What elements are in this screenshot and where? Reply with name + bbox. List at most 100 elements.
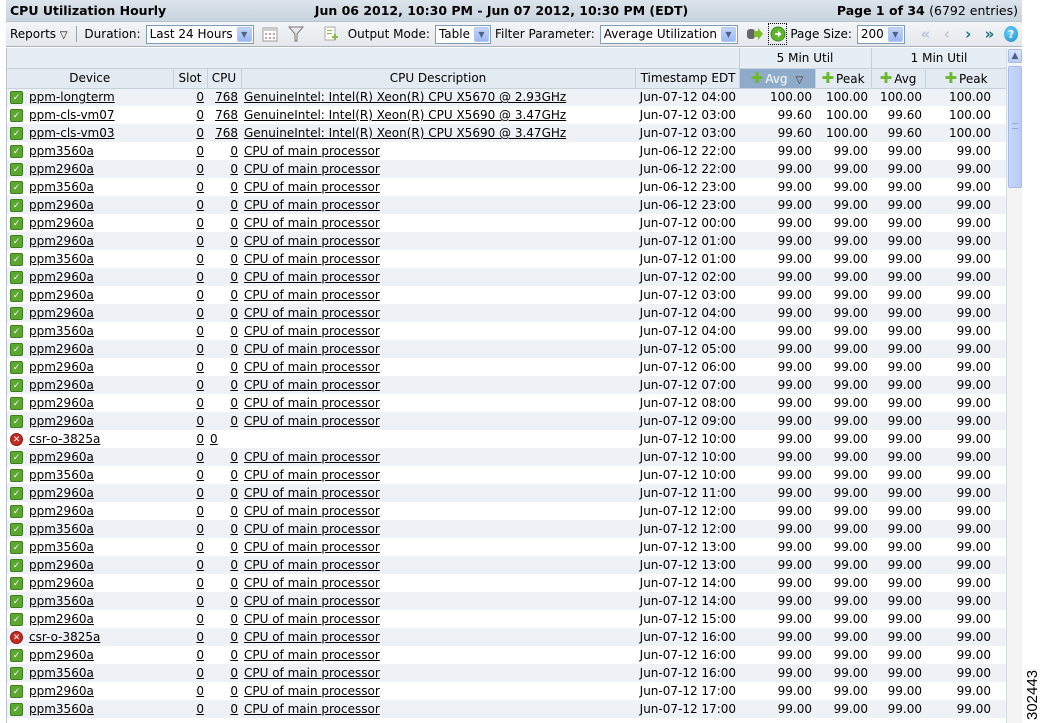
column-header-cpu-description[interactable]: CPU Description xyxy=(241,68,636,89)
last-page-icon[interactable]: » xyxy=(981,24,998,44)
table-row[interactable]: ✓ ppm2960a 0 0 CPU of main processor Jun-07-1… xyxy=(7,214,1006,232)
table-row[interactable]: ✓ ppm2960a 0 0 CPU of main processor Jun-07-1… xyxy=(7,232,1006,250)
table-row[interactable]: ✓ ppm2960a 0 0 CPU of main processor Jun-06-1… xyxy=(7,160,1006,178)
next-page-icon[interactable]: › xyxy=(959,24,976,44)
table-row[interactable]: ✓ ppm2960a 0 0 CPU of main processor Jun-07-1… xyxy=(7,574,1006,592)
column-header-timestamp[interactable]: Timestamp EDT xyxy=(635,68,740,89)
cpu-link[interactable]: 0 xyxy=(230,324,238,338)
table-row[interactable]: ✓ ppm3560a 0 0 CPU of main processor Jun-07-1… xyxy=(7,592,1006,610)
help-icon[interactable]: ? xyxy=(1004,26,1019,42)
table-row[interactable]: ✓ ppm2960a 0 0 CPU of main processor Jun-07-1… xyxy=(7,376,1006,394)
scroll-up-icon[interactable]: ▲ xyxy=(1008,49,1022,63)
slot-link[interactable]: 0 xyxy=(196,306,204,320)
device-link[interactable]: ppm2960a xyxy=(29,342,94,356)
device-link[interactable]: ppm2960a xyxy=(29,684,94,698)
device-link[interactable]: ppm3560a xyxy=(29,594,94,608)
export-icon[interactable] xyxy=(322,24,339,44)
prev-page-icon[interactable]: ‹ xyxy=(938,24,955,44)
slot-link[interactable]: 0 xyxy=(196,612,204,626)
cpu-description-link[interactable]: CPU of main processor xyxy=(244,540,380,554)
device-link[interactable]: ppm2960a xyxy=(29,414,94,428)
cpu-description-link[interactable]: CPU of main processor xyxy=(244,576,380,590)
cpu-link[interactable]: 0 xyxy=(230,450,238,464)
cpu-description-link[interactable]: GenuineIntel: Intel(R) Xeon(R) CPU X5670… xyxy=(244,90,566,104)
slot-link[interactable]: 0 xyxy=(196,288,204,302)
table-row[interactable]: ✓ ppm3560a 0 0 CPU of main processor Jun-07-1… xyxy=(7,538,1006,556)
cpu-description-link[interactable]: CPU of main processor xyxy=(244,162,380,176)
table-row[interactable]: ✓ ppm2960a 0 0 CPU of main processor Jun-07-1… xyxy=(7,358,1006,376)
cpu-description-link[interactable]: CPU of main processor xyxy=(244,306,380,320)
slot-link[interactable]: 0 xyxy=(196,126,204,140)
table-row[interactable]: ✓ ppm3560a 0 0 CPU of main processor Jun-06-1… xyxy=(7,142,1006,160)
device-link[interactable]: ppm2960a xyxy=(29,558,94,572)
table-row[interactable]: ✓ ppm2960a 0 0 CPU of main processor Jun-07-1… xyxy=(7,682,1006,700)
cpu-link[interactable]: 768 xyxy=(215,108,238,122)
cpu-link[interactable]: 0 xyxy=(230,270,238,284)
cpu-link[interactable]: 0 xyxy=(230,702,238,716)
slot-link[interactable]: 0 xyxy=(196,468,204,482)
cpu-description-link[interactable]: CPU of main processor xyxy=(244,324,380,338)
slot-link[interactable]: 0 xyxy=(196,396,204,410)
cpu-link[interactable]: 0 xyxy=(230,630,238,644)
column-header-device[interactable]: Device xyxy=(7,68,174,89)
device-link[interactable]: ppm2960a xyxy=(29,234,94,248)
cpu-link[interactable]: 0 xyxy=(230,234,238,248)
device-link[interactable]: ppm3560a xyxy=(29,144,94,158)
slot-link[interactable]: 0 xyxy=(196,144,204,158)
table-row[interactable]: ✓ ppm-cls-vm03 0 768 GenuineIntel: Intel(R) … xyxy=(7,124,1006,142)
first-page-icon[interactable]: « xyxy=(917,24,934,44)
table-row[interactable]: ✓ ppm2960a 0 0 CPU of main processor Jun-07-1… xyxy=(7,646,1006,664)
cpu-description-link[interactable]: CPU of main processor xyxy=(244,234,380,248)
table-row[interactable]: ✓ ppm2960a 0 0 CPU of main processor Jun-07-1… xyxy=(7,268,1006,286)
slot-link[interactable]: 0 xyxy=(196,576,204,590)
page-size-select[interactable]: 200 ▼ xyxy=(856,24,905,44)
slot-link[interactable]: 0 xyxy=(196,684,204,698)
slot-link[interactable]: 0 xyxy=(196,630,204,644)
device-link[interactable]: ppm2960a xyxy=(29,450,94,464)
cpu-link[interactable]: 0 xyxy=(230,576,238,590)
device-link[interactable]: ppm3560a xyxy=(29,468,94,482)
cpu-description-link[interactable]: CPU of main processor xyxy=(244,414,380,428)
cpu-link[interactable]: 0 xyxy=(230,288,238,302)
device-link[interactable]: ppm3560a xyxy=(29,324,94,338)
slot-link[interactable]: 0 xyxy=(196,216,204,230)
cpu-link[interactable]: 0 xyxy=(230,504,238,518)
filter-parameter-select[interactable]: Average Utilization ▼ xyxy=(599,24,738,44)
scroll-thumb[interactable] xyxy=(1008,66,1022,188)
column-header-5min-avg[interactable]: ✚ Avg ▽ xyxy=(739,68,816,89)
device-link[interactable]: ppm2960a xyxy=(29,360,94,374)
device-link[interactable]: ppm3560a xyxy=(29,252,94,266)
table-row[interactable]: ✓ ppm3560a 0 0 CPU of main processor Jun-07-1… xyxy=(7,700,1006,718)
device-link[interactable]: ppm-cls-vm03 xyxy=(29,126,115,140)
cpu-description-link[interactable]: CPU of main processor xyxy=(244,648,380,662)
slot-link[interactable]: 0 xyxy=(196,324,204,338)
cpu-description-link[interactable]: CPU of main processor xyxy=(244,702,380,716)
cpu-link[interactable]: 0 xyxy=(230,558,238,572)
slot-link[interactable]: 0 xyxy=(196,234,204,248)
device-link[interactable]: ppm2960a xyxy=(29,396,94,410)
slot-link[interactable]: 0 xyxy=(196,450,204,464)
device-link[interactable]: ppm3560a xyxy=(29,702,94,716)
reports-menu[interactable]: Reports ▽ xyxy=(10,27,68,41)
cpu-link[interactable]: 0 xyxy=(230,252,238,266)
table-row[interactable]: ✓ ppm-cls-vm07 0 768 GenuineIntel: Intel(R) … xyxy=(7,106,1006,124)
slot-link[interactable]: 0 xyxy=(196,666,204,680)
cpu-link[interactable]: 0 xyxy=(230,540,238,554)
device-link[interactable]: ppm2960a xyxy=(29,648,94,662)
device-link[interactable]: ppm3560a xyxy=(29,540,94,554)
cpu-link[interactable]: 0 xyxy=(230,342,238,356)
table-row[interactable]: ✓ ppm2960a 0 0 CPU of main processor Jun-07-1… xyxy=(7,304,1006,322)
slot-link[interactable]: 0 xyxy=(196,558,204,572)
cpu-link[interactable]: 0 xyxy=(230,648,238,662)
cpu-description-link[interactable]: CPU of main processor xyxy=(244,216,380,230)
cpu-description-link[interactable]: CPU of main processor xyxy=(244,252,380,266)
slot-link[interactable]: 0 xyxy=(196,198,204,212)
device-link[interactable]: ppm3560a xyxy=(29,522,94,536)
cpu-link[interactable]: 0 xyxy=(230,378,238,392)
cpu-description-link[interactable]: GenuineIntel: Intel(R) Xeon(R) CPU X5690… xyxy=(244,126,566,140)
device-link[interactable]: csr-o-3825a xyxy=(29,630,100,644)
cpu-link[interactable]: 0 xyxy=(230,414,238,428)
device-link[interactable]: ppm2960a xyxy=(29,198,94,212)
duration-select[interactable]: Last 24 Hours ▼ xyxy=(145,24,254,44)
cpu-link[interactable]: 0 xyxy=(230,522,238,536)
